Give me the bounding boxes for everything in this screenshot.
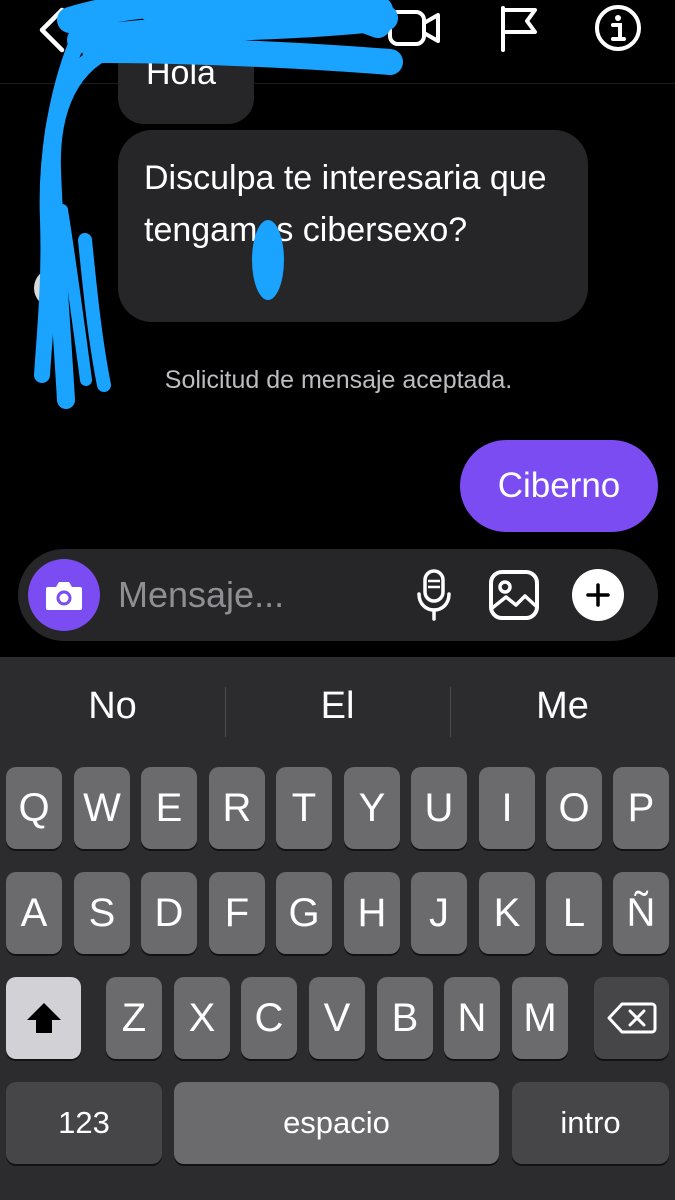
key-letter[interactable]: N: [444, 977, 500, 1059]
backspace-icon: [607, 1002, 656, 1034]
more-options-button[interactable]: [572, 569, 624, 621]
suggestion-item[interactable]: El: [225, 685, 450, 728]
key-letter[interactable]: A: [6, 872, 62, 954]
suggestion-item[interactable]: Me: [450, 685, 675, 728]
gallery-icon: [489, 570, 539, 620]
key-letter[interactable]: B: [377, 977, 433, 1059]
incoming-message[interactable]: Disculpa te interesaria que tengamos cib…: [118, 130, 588, 322]
key-letter[interactable]: W: [74, 767, 130, 849]
key-letter[interactable]: Z: [106, 977, 162, 1059]
key-letter[interactable]: S: [74, 872, 130, 954]
chevron-left-icon: [39, 7, 65, 53]
key-letter[interactable]: H: [344, 872, 400, 954]
incoming-message-partial[interactable]: Hola: [118, 60, 254, 124]
backspace-key[interactable]: [594, 977, 669, 1059]
info-button[interactable]: [590, 2, 646, 54]
key-letter[interactable]: O: [546, 767, 602, 849]
key-letter[interactable]: Q: [6, 767, 62, 849]
numbers-key[interactable]: 123: [6, 1082, 162, 1164]
key-letter[interactable]: Y: [344, 767, 400, 849]
key-letter[interactable]: K: [479, 872, 535, 954]
report-button[interactable]: [490, 2, 546, 54]
return-key[interactable]: intro: [512, 1082, 669, 1164]
key-letter[interactable]: J: [411, 872, 467, 954]
key-letter[interactable]: V: [309, 977, 365, 1059]
chat-header: ...yuan...: [0, 0, 675, 84]
camera-icon: [46, 582, 82, 610]
sender-avatar[interactable]: [34, 268, 64, 308]
microphone-icon: [417, 569, 451, 621]
video-camera-icon: [388, 10, 440, 46]
key-letter[interactable]: X: [174, 977, 230, 1059]
flag-icon: [501, 6, 537, 52]
keyboard: No El Me Q W E R T Y U I O P A S D F G H…: [0, 657, 675, 1200]
key-letter[interactable]: I: [479, 767, 535, 849]
key-letter[interactable]: P: [613, 767, 669, 849]
info-icon: [595, 5, 641, 51]
shift-key[interactable]: [6, 977, 81, 1059]
key-letter[interactable]: E: [141, 767, 197, 849]
message-composer: [18, 549, 658, 641]
outgoing-message[interactable]: Ciberno: [460, 440, 658, 532]
key-letter[interactable]: T: [276, 767, 332, 849]
key-letter[interactable]: D: [141, 872, 197, 954]
key-letter[interactable]: U: [411, 767, 467, 849]
plus-icon: [586, 583, 610, 607]
shift-arrow-icon: [26, 1003, 61, 1033]
space-key[interactable]: espacio: [174, 1082, 499, 1164]
key-letter[interactable]: F: [209, 872, 265, 954]
suggestion-bar: No El Me: [0, 657, 675, 765]
video-call-button[interactable]: [386, 2, 442, 54]
back-button[interactable]: [32, 4, 76, 54]
system-note: Solicitud de mensaje aceptada.: [164, 366, 513, 394]
gallery-button[interactable]: [488, 569, 540, 621]
voice-message-button[interactable]: [408, 569, 460, 621]
key-letter[interactable]: C: [241, 977, 297, 1059]
key-letter[interactable]: M: [512, 977, 568, 1059]
key-letter[interactable]: Ñ: [613, 872, 669, 954]
suggestion-item[interactable]: No: [0, 685, 225, 728]
camera-button[interactable]: [28, 559, 100, 631]
message-input[interactable]: [118, 571, 398, 619]
incoming-message-partial-text: Hola: [146, 60, 216, 92]
key-letter[interactable]: G: [276, 872, 332, 954]
key-letter[interactable]: R: [209, 767, 265, 849]
key-letter[interactable]: L: [546, 872, 602, 954]
